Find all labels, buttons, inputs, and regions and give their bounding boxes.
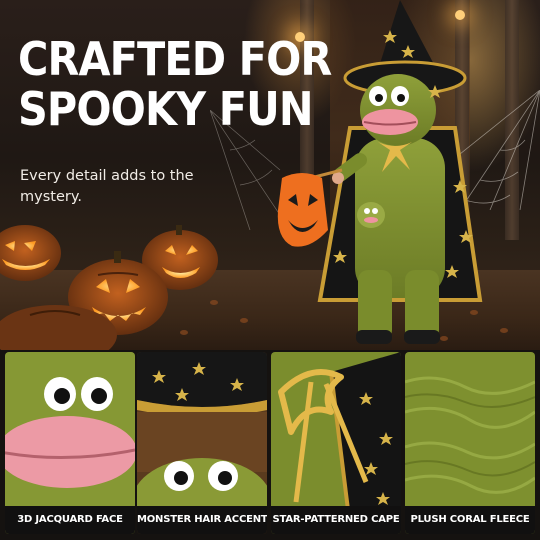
feature-label: MONSTER HAIR ACCENTS	[137, 506, 267, 534]
jack-o-lantern-pumpkins	[0, 225, 218, 350]
feature-tile-coral-fleece: PLUSH CORAL FLEECE	[405, 352, 535, 534]
feature-tile-star-cape: STAR-PATTERNED CAPE	[271, 352, 401, 534]
feature-label: 3D JACQUARD FACE	[5, 506, 135, 534]
feature-label: STAR-PATTERNED CAPE	[271, 506, 401, 534]
feature-tile-monster-hair: MONSTER HAIR ACCENTS	[137, 352, 267, 534]
hero-title: CRAFTED FOR SPOOKY FUN	[18, 32, 332, 136]
hero-subtitle: Every detail adds to the mystery.	[20, 168, 194, 205]
hero-title-line-1: CRAFTED FOR	[18, 32, 332, 86]
hero-banner: CRAFTED FOR SPOOKY FUN Every detail adds…	[0, 0, 540, 350]
feature-label: PLUSH CORAL FLEECE	[405, 506, 535, 534]
feature-tile-jacquard-face: 3D JACQUARD FACE	[5, 352, 135, 534]
hero-title-line-2: SPOOKY FUN	[18, 82, 313, 136]
